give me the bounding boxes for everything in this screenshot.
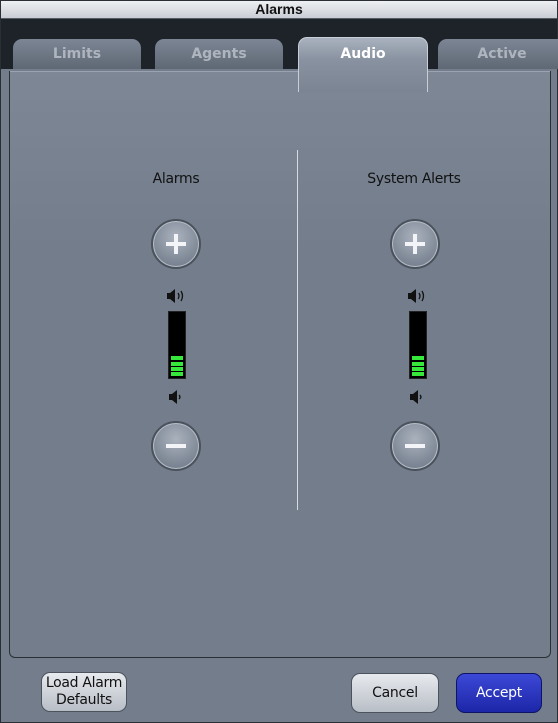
minus-icon	[405, 444, 425, 448]
load-defaults-label-line2: Defaults	[55, 692, 113, 708]
accept-button[interactable]: Accept	[456, 673, 542, 713]
speaker-quiet-icon	[410, 390, 422, 404]
system-alerts-volume-meter	[409, 311, 427, 379]
alarms-window: Alarms Limits Agents Audio Active Alarms	[0, 0, 558, 723]
meter-segment	[412, 356, 424, 361]
meter-segment	[412, 372, 424, 376]
tab-audio[interactable]: Audio	[298, 37, 428, 92]
tab-active[interactable]: Active	[438, 39, 558, 69]
window-title: Alarms	[1, 1, 557, 19]
alarms-group-title: Alarms	[152, 171, 200, 187]
tab-limits[interactable]: Limits	[13, 39, 141, 69]
tab-bar: Limits Agents Audio Active	[1, 19, 558, 92]
meter-segment	[171, 361, 183, 366]
tab-agents[interactable]: Agents	[155, 39, 283, 69]
meter-segment	[412, 366, 424, 371]
alarms-volume-meter	[168, 311, 186, 379]
meter-segment	[171, 356, 183, 361]
system-alerts-volume-up-button[interactable]	[390, 219, 440, 269]
system-alerts-group-title: System Alerts	[367, 171, 461, 187]
system-alerts-volume-down-button[interactable]	[390, 421, 440, 471]
plus-icon	[405, 234, 425, 254]
alarms-volume-group: Alarms	[96, 171, 256, 471]
minus-icon	[166, 444, 186, 448]
alarms-volume-up-button[interactable]	[151, 219, 201, 269]
meter-segment	[412, 361, 424, 366]
footer-bar: Load Alarm Defaults Cancel Accept	[1, 658, 557, 722]
load-defaults-label-line1: Load Alarm	[45, 675, 123, 691]
audio-panel: Alarms System Alerts	[9, 71, 551, 658]
speaker-quiet-icon	[169, 390, 181, 404]
system-alerts-volume-group: System Alerts	[334, 171, 494, 471]
meter-segment	[171, 372, 183, 376]
meter-segment	[171, 366, 183, 371]
plus-icon	[166, 234, 186, 254]
load-alarm-defaults-button[interactable]: Load Alarm Defaults	[41, 672, 127, 712]
alarms-volume-down-button[interactable]	[151, 421, 201, 471]
speaker-loud-icon	[408, 289, 425, 303]
group-divider	[297, 150, 298, 510]
cancel-button[interactable]: Cancel	[351, 673, 439, 713]
speaker-loud-icon	[167, 289, 184, 303]
